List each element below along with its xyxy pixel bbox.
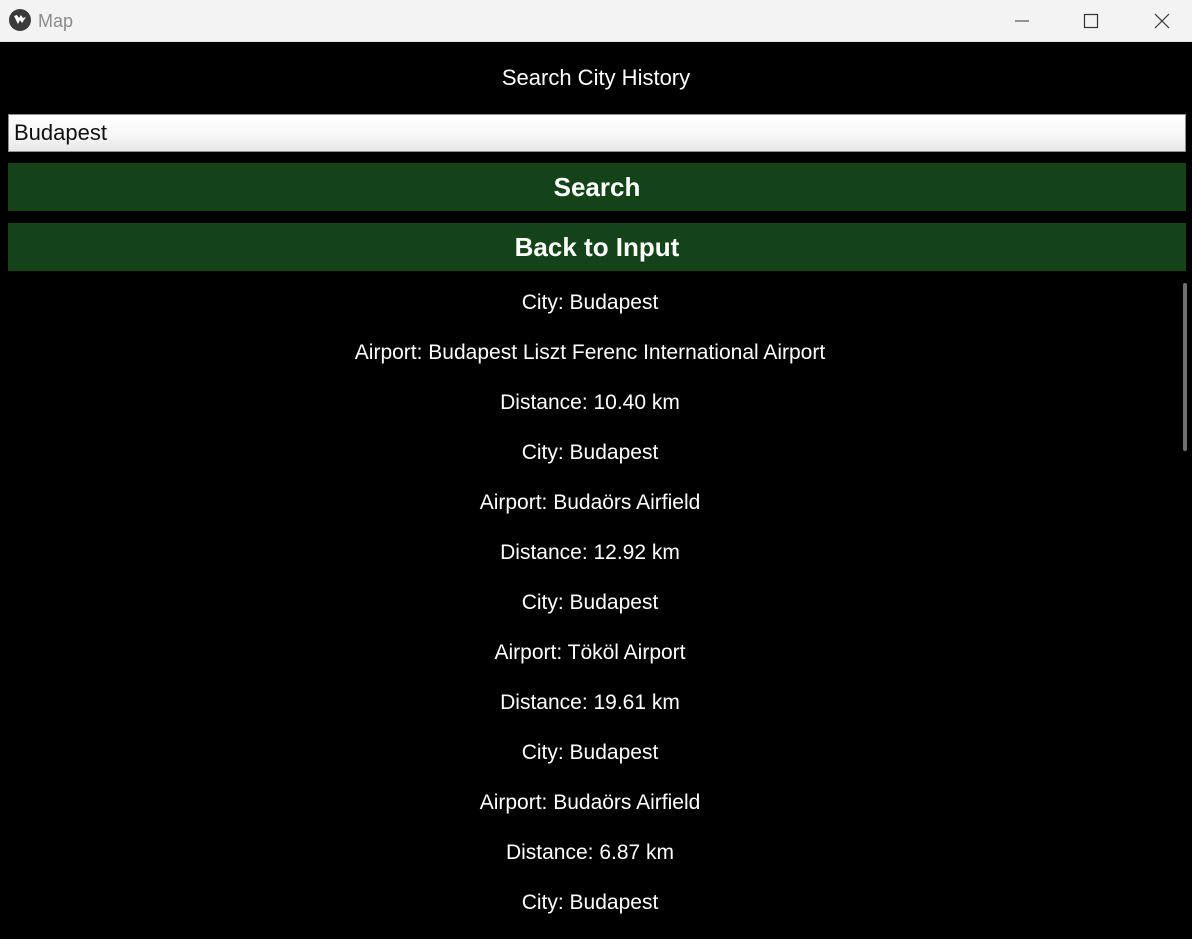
title-bar[interactable]: Map (0, 0, 1192, 42)
close-button[interactable] (1127, 0, 1192, 42)
result-line-airport: Airport: Budaörs Airfield (479, 491, 701, 514)
results-scrollbar[interactable] (1183, 283, 1187, 451)
page-title: Search City History (501, 65, 691, 90)
minimize-button[interactable] (987, 0, 1057, 42)
result-line-city: City: Budapest (521, 291, 659, 314)
back-to-input-button[interactable]: Back to Input (8, 223, 1186, 271)
result-line-city: City: Budapest (521, 591, 659, 614)
result-line-city: City: Budapest (521, 441, 659, 464)
result-line-distance: Distance: 6.87 km (505, 841, 675, 864)
result-line-distance: Distance: 12.92 km (500, 541, 680, 564)
result-line-airport: Airport: Tököl Airport (494, 641, 686, 664)
result-line-distance: Distance: 10.40 km (500, 391, 680, 414)
result-line-airport: Airport: Budapest Liszt Ferenc Internati… (354, 341, 826, 364)
result-line-airport: Airport: Budaörs Airfield (479, 791, 701, 814)
close-icon (1154, 13, 1170, 29)
result-line-distance: Distance: 19.61 km (500, 691, 680, 714)
result-line-city: City: Budapest (521, 891, 659, 914)
app-window: Map Search City History Search Back to I… (0, 0, 1192, 939)
window-title: Map (38, 11, 74, 31)
city-search-input[interactable] (8, 114, 1186, 152)
search-button[interactable]: Search (8, 163, 1186, 211)
result-line-city: City: Budapest (521, 741, 659, 764)
minimize-icon (1015, 20, 1029, 22)
results-list[interactable]: City: Budapest Airport: Budapest Liszt F… (0, 278, 1192, 939)
maximize-button[interactable] (1056, 0, 1126, 42)
maximize-icon (1083, 13, 1099, 29)
app-icon (9, 9, 31, 31)
